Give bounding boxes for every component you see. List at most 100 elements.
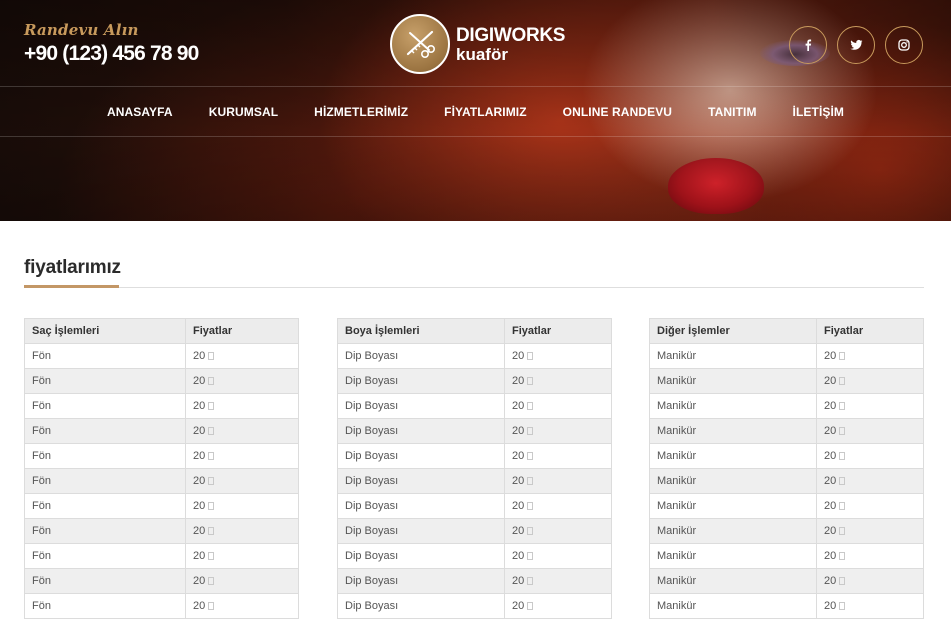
price-cell: 20 bbox=[185, 443, 299, 469]
service-name-cell: Manikür bbox=[649, 518, 817, 544]
nav-item-anasayfa[interactable]: ANASAYFA bbox=[107, 105, 173, 119]
site-logo[interactable]: DIGIWORKS kuaför bbox=[390, 14, 565, 74]
table-row: Dip Boyası 20 bbox=[337, 518, 612, 544]
price-value: 20 bbox=[512, 475, 525, 487]
service-name-cell: Dip Boyası bbox=[337, 393, 505, 419]
table-row: Manikür 20 bbox=[649, 543, 924, 569]
social-links bbox=[779, 26, 923, 64]
price-cell: 20 bbox=[185, 393, 299, 419]
price-cell: 20 bbox=[504, 393, 612, 419]
nav-item-online-randevu[interactable]: ONLINE RANDEVU bbox=[563, 105, 672, 119]
table-row: Dip Boyası 20 bbox=[337, 368, 612, 394]
currency-icon bbox=[527, 427, 534, 435]
service-name: Manikür bbox=[657, 400, 697, 412]
service-name-cell: Dip Boyası bbox=[337, 543, 505, 569]
table-row: Dip Boyası 20 bbox=[337, 343, 612, 369]
currency-icon bbox=[839, 402, 846, 410]
phone-number[interactable]: +90 (123) 456 78 90 bbox=[24, 42, 199, 66]
price-cell: 20 bbox=[816, 543, 924, 569]
price-cell: 20 bbox=[185, 518, 299, 544]
price-value: 20 bbox=[824, 550, 837, 562]
currency-icon bbox=[839, 377, 846, 385]
service-name-cell: Fön bbox=[24, 393, 186, 419]
service-name-cell: Dip Boyası bbox=[337, 518, 505, 544]
table-row: Fön 20 bbox=[24, 368, 299, 394]
price-cell: 20 bbox=[185, 343, 299, 369]
price-cell: 20 bbox=[816, 393, 924, 419]
title-underline-accent bbox=[24, 285, 119, 288]
price-cell: 20 bbox=[816, 493, 924, 519]
service-name: Dip Boyası bbox=[345, 375, 399, 387]
price-cell: 20 bbox=[504, 368, 612, 394]
currency-icon bbox=[208, 452, 215, 460]
price-value: 20 bbox=[193, 550, 206, 562]
title-divider bbox=[24, 287, 924, 288]
table-row: Fön 20 bbox=[24, 468, 299, 494]
price-cell: 20 bbox=[816, 418, 924, 444]
service-name: Manikür bbox=[657, 450, 697, 462]
currency-icon bbox=[527, 377, 534, 385]
currency-icon bbox=[208, 402, 215, 410]
price-cell: 20 bbox=[504, 418, 612, 444]
service-name-cell: Fön bbox=[24, 343, 186, 369]
table-header-row: Saç İşlemleri Fiyatlar bbox=[24, 318, 299, 344]
table-row: Fön 20 bbox=[24, 543, 299, 569]
hero-image-lips bbox=[668, 158, 764, 214]
price-value: 20 bbox=[193, 500, 206, 512]
currency-icon bbox=[839, 552, 846, 560]
nav-item-tanitim[interactable]: TANITIM bbox=[708, 105, 756, 119]
service-name: Manikür bbox=[657, 475, 697, 487]
nav-item-iletisim[interactable]: İLETİŞİM bbox=[793, 105, 844, 119]
service-name: Dip Boyası bbox=[345, 400, 399, 412]
price-cell: 20 bbox=[185, 418, 299, 444]
price-cell: 20 bbox=[185, 568, 299, 594]
price-cell: 20 bbox=[504, 493, 612, 519]
price-cell: 20 bbox=[504, 543, 612, 569]
column-header-service: Saç İşlemleri bbox=[24, 318, 186, 344]
price-cell: 20 bbox=[504, 468, 612, 494]
currency-icon bbox=[527, 502, 534, 510]
currency-icon bbox=[839, 602, 846, 610]
price-value: 20 bbox=[824, 375, 837, 387]
price-value: 20 bbox=[824, 600, 837, 612]
service-name: Manikür bbox=[657, 550, 697, 562]
service-name: Dip Boyası bbox=[345, 425, 399, 437]
nav-item-fiyatlarimiz[interactable]: FİYATLARIMIZ bbox=[444, 105, 527, 119]
table-row: Manikür 20 bbox=[649, 443, 924, 469]
price-value: 20 bbox=[512, 575, 525, 587]
currency-icon bbox=[208, 352, 215, 360]
table-row: Dip Boyası 20 bbox=[337, 543, 612, 569]
page-title: fiyatlarımız bbox=[24, 257, 121, 278]
table-row: Fön 20 bbox=[24, 568, 299, 594]
service-name: Fön bbox=[32, 400, 51, 412]
price-table-other: Diğer İşlemler Fiyatlar Manikür 20 Manikür… bbox=[649, 318, 924, 619]
service-name-cell: Manikür bbox=[649, 393, 817, 419]
table-row: Dip Boyası 20 bbox=[337, 568, 612, 594]
price-cell: 20 bbox=[185, 468, 299, 494]
service-name: Dip Boyası bbox=[345, 450, 399, 462]
table-row: Fön 20 bbox=[24, 343, 299, 369]
price-cell: 20 bbox=[185, 543, 299, 569]
service-name-cell: Fön bbox=[24, 468, 186, 494]
twitter-button[interactable] bbox=[837, 26, 875, 64]
price-value: 20 bbox=[512, 400, 525, 412]
currency-icon bbox=[208, 477, 215, 485]
service-name-cell: Dip Boyası bbox=[337, 593, 505, 619]
instagram-button[interactable] bbox=[885, 26, 923, 64]
column-header-price: Fiyatlar bbox=[504, 318, 612, 344]
service-name: Manikür bbox=[657, 525, 697, 537]
nav-item-kurumsal[interactable]: KURUMSAL bbox=[209, 105, 278, 119]
table-row: Manikür 20 bbox=[649, 418, 924, 444]
service-name: Dip Boyası bbox=[345, 575, 399, 587]
currency-icon bbox=[208, 377, 215, 385]
table-row: Fön 20 bbox=[24, 418, 299, 444]
nav-item-hizmetlerimiz[interactable]: HİZMETLERİMİZ bbox=[314, 105, 408, 119]
price-cell: 20 bbox=[504, 443, 612, 469]
table-row: Manikür 20 bbox=[649, 343, 924, 369]
service-name-cell: Manikür bbox=[649, 493, 817, 519]
facebook-button[interactable] bbox=[789, 26, 827, 64]
price-value: 20 bbox=[193, 450, 206, 462]
table-row: Dip Boyası 20 bbox=[337, 493, 612, 519]
service-name-cell: Manikür bbox=[649, 568, 817, 594]
table-row: Dip Boyası 20 bbox=[337, 418, 612, 444]
